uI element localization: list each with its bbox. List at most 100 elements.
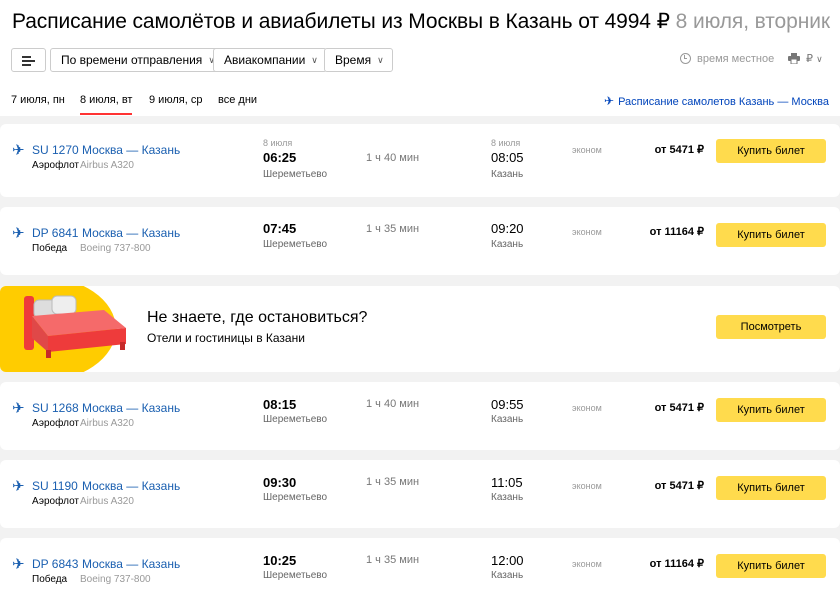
flight-route[interactable]: Москва — Казань — [82, 401, 180, 415]
fare-class: эконом — [572, 559, 602, 569]
chevron-down-icon: ∨ — [377, 55, 384, 65]
departure-airport: Шереметьево — [263, 414, 328, 425]
printer-icon[interactable] — [788, 53, 800, 67]
page-title: Расписание самолётов и авиабилеты из Мос… — [12, 9, 830, 34]
flight-route[interactable]: Москва — Казань — [82, 143, 180, 157]
airplane-icon: ✈ — [12, 400, 25, 417]
fare-class: эконом — [572, 145, 602, 155]
flight-card: ✈ DP 6843 Москва — Казань Победа Boeing … — [0, 538, 840, 604]
page-title-date: 8 июля, вторник — [675, 10, 830, 33]
flight-price: от 5471 ₽ — [654, 402, 704, 414]
arrival-city: Казань — [491, 239, 524, 250]
arrival-time: 11:05 — [491, 475, 523, 490]
arrival-date: 8 июля — [491, 138, 521, 148]
flight-card: ✈ DP 6841 Москва — Казань Победа Boeing … — [0, 207, 840, 275]
fare-class: эконом — [572, 481, 602, 491]
time-label: Время — [335, 53, 372, 67]
flight-duration: 1 ч 40 мин — [366, 398, 420, 410]
hotel-ad-title: Не знаете, где остановиться? — [147, 309, 368, 326]
menu-icon — [22, 56, 31, 58]
flight-duration: 1 ч 35 мин — [366, 223, 420, 235]
flight-route[interactable]: Москва — Казань — [82, 479, 180, 493]
aircraft-model: Boeing 737-800 — [80, 574, 151, 585]
departure-airport: Шереметьево — [263, 239, 328, 250]
arrival-city: Казань — [491, 414, 524, 425]
flight-duration: 1 ч 35 мин — [366, 476, 420, 488]
arrival-time: 08:05 — [491, 150, 524, 165]
flight-number[interactable]: SU 1190 — [32, 479, 78, 493]
flight-price: от 11164 ₽ — [649, 558, 704, 570]
aircraft-model: Boeing 737-800 — [80, 243, 151, 254]
arrival-city: Казань — [491, 570, 524, 581]
flight-price: от 5471 ₽ — [654, 480, 704, 492]
chevron-down-icon: ∨ — [816, 54, 823, 64]
airplane-icon: ✈ — [12, 225, 25, 242]
hotel-ad-subtitle: Отели и гостиницы в Казани — [147, 331, 305, 345]
airline-name: Аэрофлот — [32, 160, 79, 171]
buy-ticket-button[interactable]: Купить билет — [716, 223, 826, 247]
arrival-time: 12:00 — [491, 553, 524, 568]
flight-duration: 1 ч 40 мин — [366, 152, 420, 164]
buy-ticket-button[interactable]: Купить билет — [716, 476, 826, 500]
currency-dropdown[interactable]: ₽ ∨ — [806, 52, 823, 65]
arrival-time: 09:20 — [491, 221, 524, 236]
airlines-label: Авиакомпании — [224, 53, 306, 67]
departure-time: 08:15 — [263, 397, 297, 412]
fare-class: эконом — [572, 403, 602, 413]
tab-day-current[interactable]: 8 июля, вт — [80, 94, 133, 115]
airline-name: Победа — [32, 243, 68, 254]
fare-class: эконом — [572, 227, 602, 237]
page-header: Расписание самолётов и авиабилеты из Мос… — [0, 0, 840, 116]
departure-airport: Шереметьево — [263, 169, 328, 180]
airplane-icon: ✈ — [12, 478, 25, 495]
local-time-note: время местное — [680, 53, 774, 65]
flight-route[interactable]: Москва — Казань — [82, 557, 180, 571]
buy-ticket-button[interactable]: Купить билет — [716, 554, 826, 578]
arrival-city: Казань — [491, 169, 524, 180]
departure-airport: Шереметьево — [263, 492, 328, 503]
flight-duration: 1 ч 35 мин — [366, 554, 420, 566]
flight-price: от 11164 ₽ — [649, 226, 704, 238]
departure-time: 07:45 — [263, 221, 297, 236]
flight-number[interactable]: SU 1268 — [32, 401, 79, 415]
arrival-time: 09:55 — [491, 397, 524, 412]
departure-time: 09:30 — [263, 475, 297, 490]
tab-day-prev[interactable]: 7 июля, пн — [11, 94, 65, 106]
page-title-main: Расписание самолётов и авиабилеты из Мос… — [12, 10, 670, 33]
flight-card: ✈ SU 1270 Москва — Казань Аэрофлот Airbu… — [0, 124, 840, 197]
aircraft-model: Airbus A320 — [80, 418, 134, 429]
departure-time: 10:25 — [263, 553, 297, 568]
flight-route[interactable]: Москва — Казань — [82, 226, 180, 240]
buy-ticket-button[interactable]: Купить билет — [716, 139, 826, 163]
departure-date: 8 июля — [263, 138, 293, 148]
flight-card: ✈ SU 1190 Москва — Казань Аэрофлот Airbu… — [0, 460, 840, 528]
flight-price: от 5471 ₽ — [654, 144, 704, 156]
tab-all-days[interactable]: все дни — [218, 94, 257, 106]
buy-ticket-button[interactable]: Купить билет — [716, 398, 826, 422]
airline-name: Аэрофлот — [32, 418, 79, 429]
view-hotels-button[interactable]: Посмотреть — [716, 315, 826, 339]
arrival-city: Казань — [491, 492, 524, 503]
departure-airport: Шереметьево — [263, 570, 328, 581]
airplane-icon: ✈ — [604, 94, 615, 108]
flight-number[interactable]: DP 6843 — [32, 557, 78, 571]
flight-card: ✈ SU 1268 Москва — Казань Аэрофлот Airbu… — [0, 382, 840, 450]
airlines-dropdown[interactable]: Авиакомпании ∨ — [213, 48, 327, 72]
time-dropdown[interactable]: Время ∨ — [324, 48, 393, 72]
airline-name: Аэрофлот — [32, 496, 79, 507]
sort-label: По времени отправления — [61, 53, 203, 67]
airplane-icon: ✈ — [12, 142, 25, 159]
chevron-down-icon: ∨ — [311, 55, 318, 65]
sort-dropdown[interactable]: По времени отправления ∨ — [50, 48, 224, 72]
aircraft-model: Airbus A320 — [80, 496, 134, 507]
hotel-ad-banner: Не знаете, где остановиться? Отели и гос… — [0, 286, 840, 372]
departure-time: 06:25 — [263, 150, 297, 165]
airline-name: Победа — [32, 574, 68, 585]
reverse-route-link[interactable]: ✈ Расписание самолетов Казань — Москва — [604, 94, 829, 108]
flight-number[interactable]: SU 1270 — [32, 143, 79, 157]
flight-number[interactable]: DP 6841 — [32, 226, 78, 240]
bed-icon — [24, 295, 126, 358]
menu-button[interactable] — [11, 48, 46, 72]
tab-day-next[interactable]: 9 июля, ср — [149, 94, 202, 106]
clock-icon — [680, 53, 691, 64]
